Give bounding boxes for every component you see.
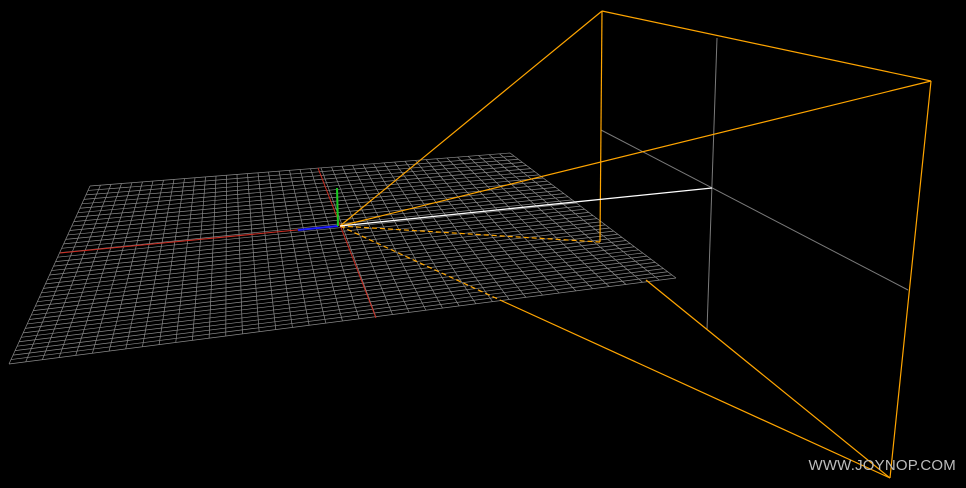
ground-grid [8,152,677,365]
grid-line [17,265,660,347]
camera-far-plane [600,37,909,331]
grid-line [478,155,627,285]
far-plane-edge-top [601,10,932,82]
grid-line [467,156,610,287]
far-plane-edge-right [889,80,932,479]
grid-line [499,153,660,281]
grid-line [8,277,677,365]
scene-canvas[interactable] [0,0,966,488]
axis-x [297,225,339,231]
frustum-edge-bottom-right [499,299,891,479]
far-plane-edge-bottom [645,279,891,479]
grid-line [488,154,643,283]
3d-viewport[interactable]: WWW.JOYNOP.COM [0,0,966,488]
axis-y [336,187,339,227]
watermark-text: WWW.JOYNOP.COM [808,457,956,474]
grid-line [10,274,672,360]
frustum-edge-bottom-right-hidden [339,225,501,301]
far-plane-crosshair-vertical [706,37,718,331]
far-plane-crosshair-horizontal [600,129,909,291]
grid-line [19,262,656,343]
far-plane-edge-left [599,10,603,243]
grid-line [457,156,593,290]
